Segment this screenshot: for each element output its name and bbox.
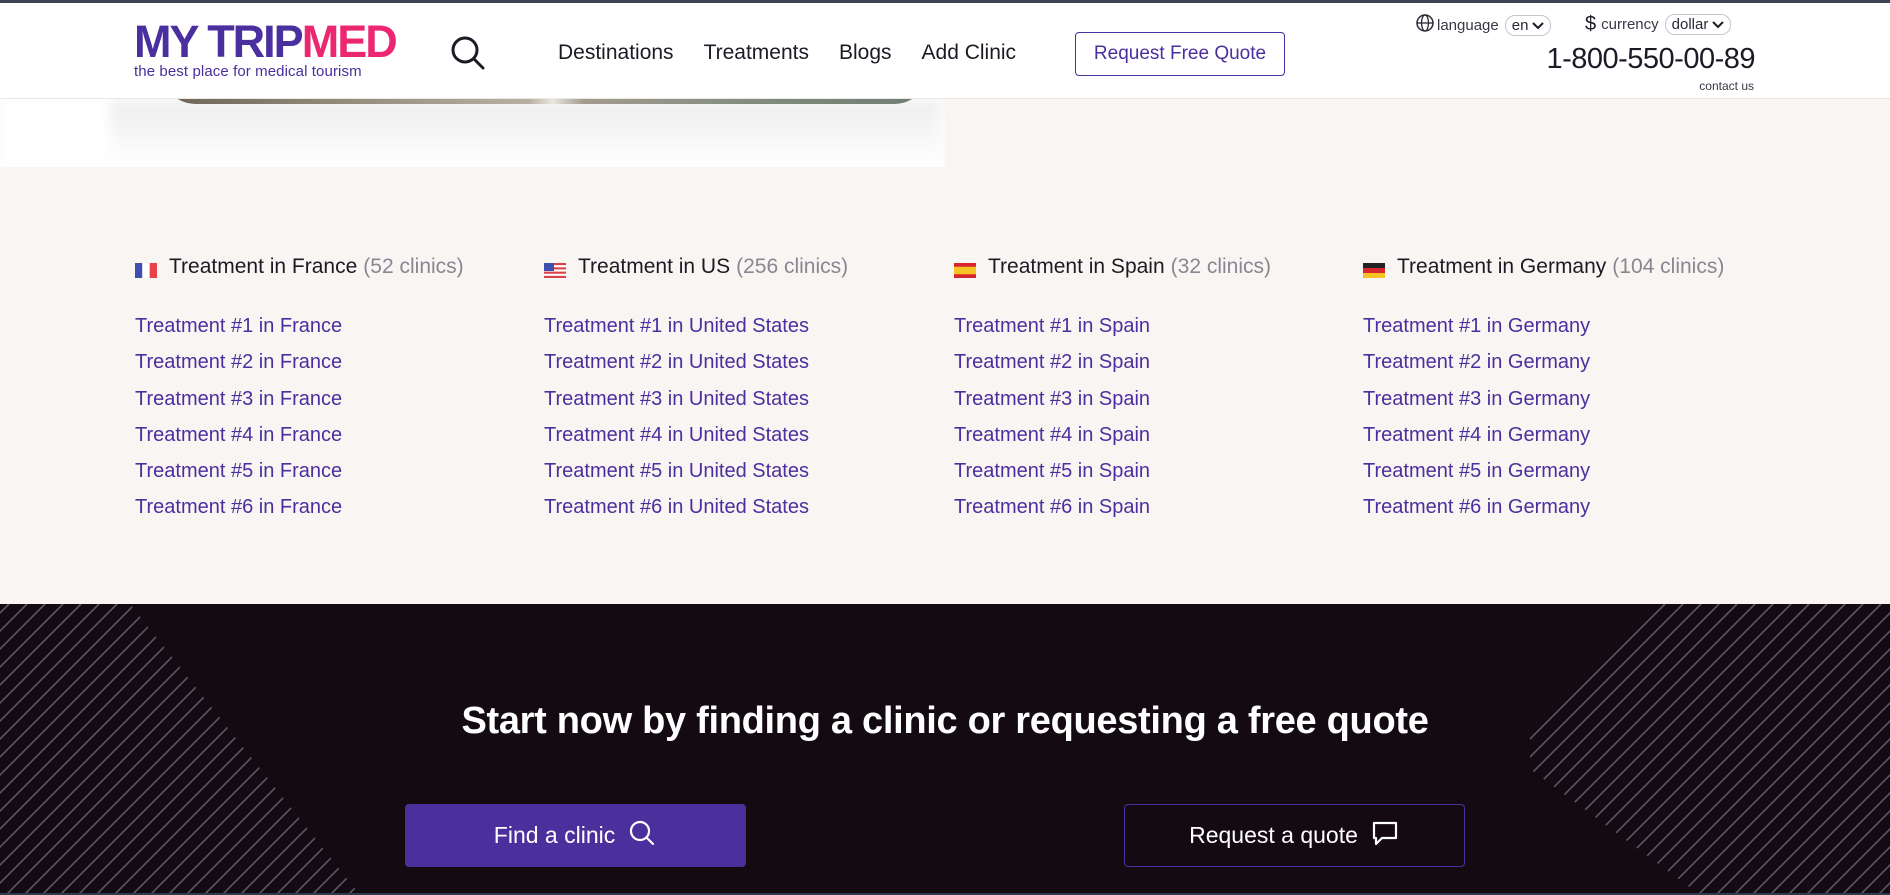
treatment-links: Treatment #1 in France Treatment #2 in F… (135, 308, 464, 526)
country-column-france: Treatment in France (52 clinics) Treatme… (135, 255, 464, 526)
treatment-link[interactable]: Treatment #1 in United States (544, 308, 848, 344)
treatment-links: Treatment #1 in Germany Treatment #2 in … (1363, 308, 1724, 526)
nav-add-clinic[interactable]: Add Clinic (922, 41, 1017, 65)
currency-selector: $ currency dollar (1585, 13, 1732, 36)
treatment-link[interactable]: Treatment #4 in Germany (1363, 417, 1724, 453)
language-dropdown[interactable]: en (1504, 14, 1552, 36)
logo-part-1: MY TRIP (134, 16, 304, 67)
find-a-clinic-button[interactable]: Find a clinic (405, 804, 746, 867)
search-icon (615, 818, 657, 854)
country-title: Treatment in France (169, 255, 358, 278)
clinic-count: (256 clinics) (736, 255, 849, 278)
treatment-link[interactable]: Treatment #5 in United States (544, 453, 848, 489)
treatment-link[interactable]: Treatment #5 in Spain (954, 453, 1271, 489)
treatment-link[interactable]: Treatment #1 in Spain (954, 308, 1271, 344)
country-heading: Treatment in Spain (32 clinics) (954, 255, 1271, 279)
country-column-us: Treatment in US (256 clinics) Treatment … (544, 255, 848, 526)
contact-us-link[interactable]: contact us (1699, 79, 1754, 93)
request-free-quote-button[interactable]: Request Free Quote (1075, 32, 1285, 76)
nav-treatments[interactable]: Treatments (704, 41, 809, 65)
country-title: Treatment in Germany (1397, 255, 1607, 278)
find-a-clinic-label: Find a clinic (493, 822, 616, 848)
logo-part-2: MED (301, 16, 398, 67)
treatment-link[interactable]: Treatment #2 in France (135, 344, 464, 380)
treatment-link[interactable]: Treatment #1 in Germany (1363, 308, 1724, 344)
logo-tagline: the best place for medical tourism (134, 63, 362, 80)
language-value: en (1511, 16, 1529, 34)
treatment-link[interactable]: Treatment #1 in France (135, 308, 464, 344)
language-selector: language en (1415, 13, 1552, 37)
nav-destinations[interactable]: Destinations (558, 41, 674, 65)
chevron-down-icon (1712, 16, 1725, 33)
dollar-icon: $ (1585, 13, 1597, 35)
treatment-link[interactable]: Treatment #6 in France (135, 489, 464, 525)
country-heading: Treatment in US (256 clinics) (544, 255, 848, 279)
us-flag-icon (544, 260, 566, 278)
treatment-link[interactable]: Treatment #4 in Spain (954, 417, 1271, 453)
treatment-link[interactable]: Treatment #5 in Germany (1363, 453, 1724, 489)
treatment-link[interactable]: Treatment #2 in United States (544, 344, 848, 380)
country-title: Treatment in US (578, 255, 731, 278)
clinic-count: (104 clinics) (1612, 255, 1725, 278)
currency-label: currency (1601, 16, 1659, 33)
phone-number[interactable]: 1-800-550-00-89 (1546, 43, 1755, 76)
clinic-count: (52 clinics) (363, 255, 464, 278)
france-flag-icon (135, 260, 157, 278)
treatment-link[interactable]: Treatment #4 in United States (544, 417, 848, 453)
treatment-link[interactable]: Treatment #2 in Germany (1363, 344, 1724, 380)
chat-bubble-icon (1358, 818, 1400, 854)
treatment-link[interactable]: Treatment #4 in France (135, 417, 464, 453)
germany-flag-icon (1363, 260, 1385, 278)
main-nav: Destinations Treatments Blogs Add Clinic (558, 41, 1046, 65)
site-header: MY TRIPMED the best place for medical to… (0, 0, 1890, 99)
treatment-link[interactable]: Treatment #6 in Spain (954, 489, 1271, 525)
hero-shadow (110, 100, 940, 166)
stripe-pattern-left (0, 604, 360, 895)
treatment-link[interactable]: Treatment #3 in France (135, 381, 464, 417)
treatment-links: Treatment #1 in United States Treatment … (544, 308, 848, 526)
currency-value: dollar (1671, 16, 1709, 33)
logo[interactable]: MY TRIPMED the best place for medical to… (134, 19, 398, 80)
request-a-quote-button[interactable]: Request a quote (1124, 804, 1465, 867)
search-icon[interactable] (448, 33, 488, 73)
clinic-count: (32 clinics) (1170, 255, 1272, 278)
cta-heading: Start now by finding a clinic or request… (461, 700, 1429, 742)
request-a-quote-label: Request a quote (1189, 822, 1358, 848)
country-title: Treatment in Spain (988, 255, 1165, 278)
currency-dropdown[interactable]: dollar (1664, 14, 1732, 35)
treatment-link[interactable]: Treatment #2 in Spain (954, 344, 1271, 380)
treatment-link[interactable]: Treatment #6 in Germany (1363, 489, 1724, 525)
country-heading: Treatment in Germany (104 clinics) (1363, 255, 1724, 279)
cta-section: Start now by finding a clinic or request… (0, 604, 1890, 895)
stripe-pattern-right (1530, 604, 1890, 895)
treatment-link[interactable]: Treatment #3 in Spain (954, 381, 1271, 417)
treatment-link[interactable]: Treatment #3 in United States (544, 381, 848, 417)
chevron-down-icon (1532, 17, 1545, 34)
country-column-spain: Treatment in Spain (32 clinics) Treatmen… (954, 255, 1271, 526)
logo-wordmark: MY TRIPMED (134, 19, 398, 64)
treatment-link[interactable]: Treatment #3 in Germany (1363, 381, 1724, 417)
nav-blogs[interactable]: Blogs (839, 41, 892, 65)
language-label: language (1437, 16, 1499, 34)
country-heading: Treatment in France (52 clinics) (135, 255, 464, 279)
treatment-link[interactable]: Treatment #6 in United States (544, 489, 848, 525)
treatment-link[interactable]: Treatment #5 in France (135, 453, 464, 489)
treatment-links: Treatment #1 in Spain Treatment #2 in Sp… (954, 308, 1271, 526)
country-column-germany: Treatment in Germany (104 clinics) Treat… (1363, 255, 1724, 526)
spain-flag-icon (954, 260, 976, 278)
globe-icon (1415, 13, 1435, 37)
treatments-by-country: Treatment in France (52 clinics) Treatme… (0, 167, 1890, 604)
